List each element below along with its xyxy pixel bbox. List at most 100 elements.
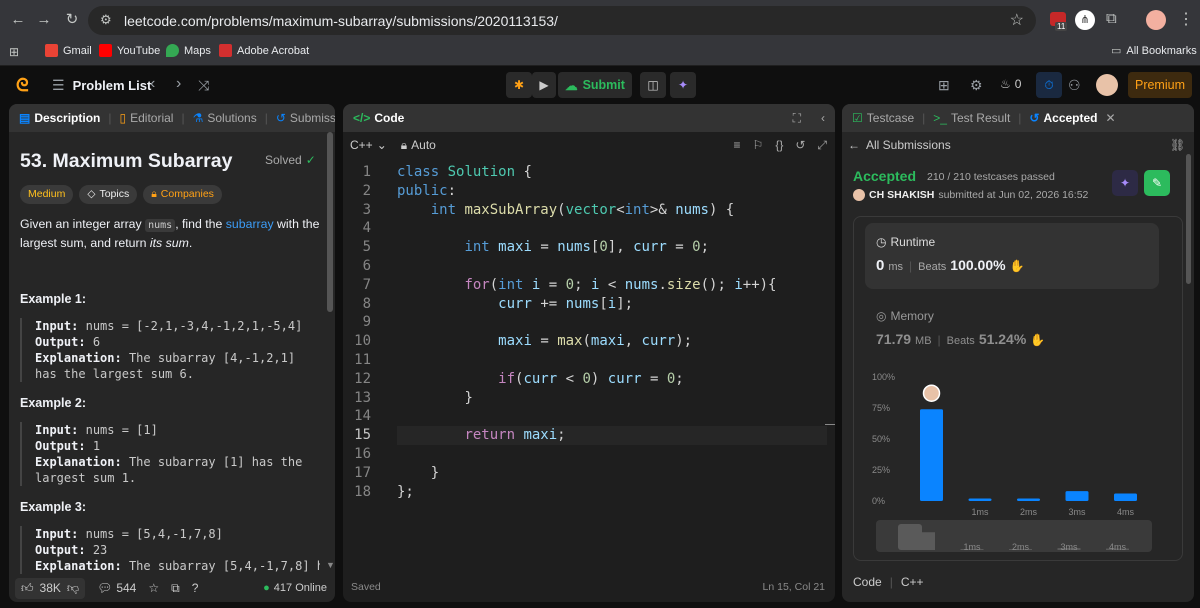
timer-icon[interactable]: ⏱ (1036, 72, 1062, 98)
your-submission-avatar (922, 384, 941, 402)
thumbs-down-icon[interactable]: 👎︎ (67, 581, 79, 596)
online-count: ● 417 Online (263, 582, 327, 594)
submit-button[interactable]: ☁ Submit (558, 72, 632, 98)
share-icon[interactable]: ⋔ (1075, 10, 1095, 30)
bookmark-adobe-acrobat[interactable]: Adobe Acrobat (219, 44, 309, 57)
analyze-ai-icon[interactable]: ✦ (1112, 170, 1138, 196)
scroll-down-icon[interactable]: ▼ (326, 560, 335, 570)
divider: | (889, 575, 893, 589)
thumbs-up-icon[interactable]: 👍︎ (21, 581, 34, 596)
tab-testcase[interactable]: ☑ Testcase (852, 111, 914, 125)
bookmark-youtube[interactable]: YouTube (99, 44, 160, 57)
subarray-link[interactable]: subarray (226, 217, 274, 231)
user-avatar[interactable] (1096, 74, 1118, 96)
example-explanation: Explanation: The subarray [5,4,-1,7,8] h… (35, 559, 320, 573)
language-select[interactable]: C++ ⌄ (350, 138, 387, 152)
tab-description[interactable]: ▤ Description (19, 111, 100, 125)
folder-icon: ▭ (1111, 45, 1122, 57)
runtime-card[interactable]: ◷ Runtime 0 ms | Beats 100.00% ✋ (865, 223, 1159, 289)
runtime-distribution-chart[interactable]: 100% 75% 50% 25% 0% 1ms 2ms 3ms 4ms (854, 357, 1174, 517)
next-problem-icon[interactable]: › (176, 75, 181, 93)
back-icon[interactable]: ← (8, 10, 28, 30)
reset-icon[interactable]: ↺ (795, 138, 805, 153)
help-icon[interactable]: ? (192, 581, 199, 595)
comments-button[interactable]: 💬︎ 544 (97, 581, 136, 595)
tab-accepted[interactable]: ↺ Accepted ✕ (1029, 111, 1115, 125)
memory-label[interactable]: ◎ Memory (876, 309, 934, 323)
bookmark-maps[interactable]: Maps (166, 44, 211, 57)
leetcode-logo-icon[interactable]: ᘓ (16, 75, 34, 95)
edit-solution-icon[interactable]: ✎ (1144, 170, 1170, 196)
run-icon[interactable]: ▶ (532, 72, 556, 98)
address-bar[interactable]: ⚙ leetcode.com/problems/maximum-subarray… (88, 6, 1036, 35)
premium-button[interactable]: Premium (1128, 72, 1192, 98)
streak-counter[interactable]: ♨ 0 (1000, 77, 1021, 91)
problem-list-link[interactable]: ☰ Problem List (52, 77, 151, 94)
profile-avatar[interactable] (1146, 10, 1166, 30)
all-bookmarks[interactable]: ▭ All Bookmarks (1111, 44, 1197, 58)
all-submissions-link[interactable]: ← All Submissions (848, 138, 951, 152)
terminal-icon: >_ (933, 111, 947, 125)
y-tick-label: 50% (872, 434, 890, 444)
chart-bar[interactable] (920, 409, 943, 501)
editor-toolbar: C++ ⌄ 🔒︎ Auto ≡ ⚐ {} ↺ ⤢ (343, 132, 835, 158)
format-icon[interactable]: ≡ (734, 138, 741, 153)
example-input: Input: nums = [5,4,-1,7,8] (35, 527, 223, 541)
star-icon[interactable]: ☆ (148, 581, 159, 595)
bookmark-star-icon[interactable]: ☆ (1010, 10, 1024, 30)
layout-icon[interactable]: ⊞ (938, 77, 950, 94)
share-external-icon[interactable]: ⧉ (171, 581, 180, 596)
tab-submissions[interactable]: ↺Submissions (276, 111, 335, 125)
topics-tag[interactable]: ◇ Topics (79, 185, 138, 204)
menu-kebab-icon[interactable]: ⋮ (1178, 9, 1194, 29)
chart-bar[interactable] (1017, 498, 1040, 501)
line-number: 8 (362, 295, 371, 312)
code-line: public: (397, 182, 457, 199)
scrollbar[interactable] (327, 132, 333, 312)
fire-icon: ♨ (1000, 77, 1011, 91)
code-line: return maxi; (397, 426, 827, 445)
x-tick-label: 4ms (1117, 507, 1135, 517)
solved-indicator: Solved ✓ (265, 153, 316, 167)
checkbox-icon: ☑ (852, 111, 863, 125)
bookmark-gmail[interactable]: Gmail (45, 44, 92, 57)
shuffle-icon[interactable]: ⤨ (198, 77, 209, 94)
add-user-icon[interactable]: ⚇ (1068, 77, 1081, 94)
tab-solutions[interactable]: ⚗ Solutions (193, 111, 257, 125)
tab-test-result[interactable]: >_ Test Result (933, 111, 1010, 125)
tab-editorial[interactable]: ▯ Editorial (119, 111, 173, 125)
close-tab-icon[interactable]: ✕ (1106, 111, 1116, 125)
expand-icon[interactable]: ⤢ (817, 138, 827, 153)
maximize-icon[interactable]: ⛶ (793, 111, 801, 126)
url-text[interactable]: leetcode.com/problems/maximum-subarray/s… (124, 13, 558, 29)
range-slider[interactable]: 1ms 2ms 3ms 4ms (876, 520, 1152, 552)
site-info-icon[interactable]: ⚙ (100, 12, 112, 28)
code-editor[interactable]: class Solution { public: int maxSubArray… (397, 163, 827, 501)
link-icon[interactable]: ⛓ (1170, 138, 1185, 152)
companies-tag[interactable]: 🔒︎ Companies (143, 185, 222, 204)
collapse-icon[interactable]: ‹ (821, 111, 825, 125)
chart-bar[interactable] (1114, 493, 1137, 501)
notes-icon[interactable]: ◫ (640, 72, 666, 98)
code-section-header: Code | C++ (853, 575, 924, 589)
debug-icon[interactable]: ✱ (506, 72, 532, 98)
tab-code[interactable]: </> Code (353, 111, 404, 125)
apps-grid-icon[interactable]: ⊞ (9, 45, 19, 59)
auto-mode[interactable]: 🔒︎ Auto (401, 138, 436, 153)
extensions-puzzle-icon[interactable]: ⧉ (1106, 10, 1117, 27)
forward-icon[interactable]: → (34, 10, 54, 30)
braces-icon[interactable]: {} (775, 138, 783, 153)
arrow-left-icon: ← (848, 138, 860, 152)
scrollbar[interactable] (1186, 154, 1191, 284)
chart-bar[interactable] (1065, 491, 1089, 501)
bookmark-icon[interactable]: ⚐ (753, 138, 764, 153)
settings-gear-icon[interactable]: ⚙ (970, 77, 983, 94)
ai-sparkle-icon[interactable]: ✦ (670, 72, 696, 98)
chart-bar[interactable] (968, 498, 992, 501)
prev-problem-icon[interactable]: ‹ (150, 75, 155, 93)
code-line: if(curr < 0) curr = 0; (498, 370, 684, 387)
reload-icon[interactable]: ↻ (62, 10, 82, 30)
description-panel: ▤ Description | ▯ Editorial | ⚗ Solutions |… (9, 104, 335, 602)
mini-tick-label: 3ms (1060, 542, 1078, 552)
difficulty-badge[interactable]: Medium (20, 185, 74, 204)
